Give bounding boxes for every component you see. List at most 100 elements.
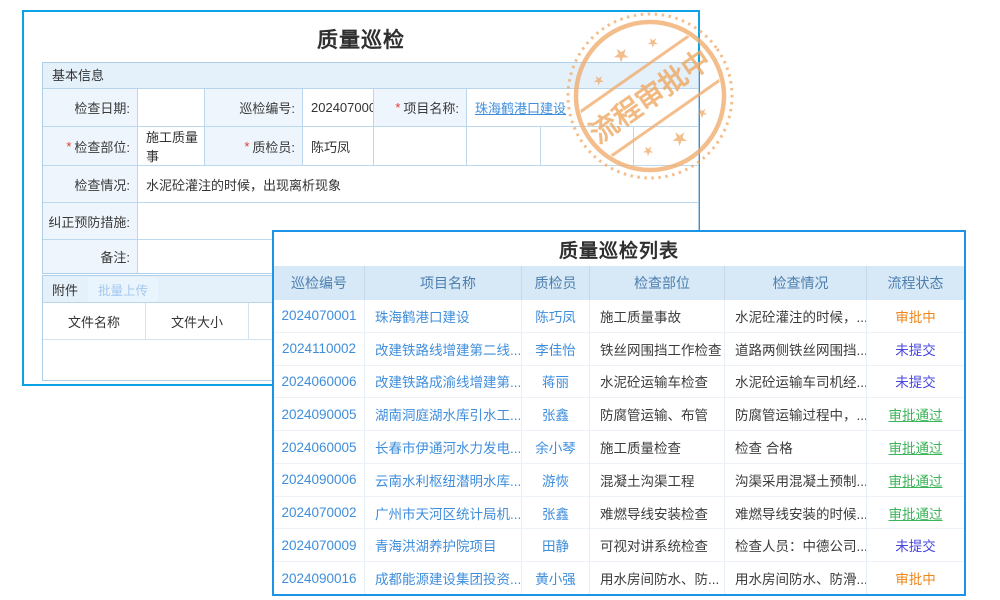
remark-label: 备注: — [43, 240, 138, 273]
empty-cell — [467, 127, 541, 166]
patrol-no-label: 巡检编号: — [205, 89, 303, 127]
table-row: 2024060006改建铁路成渝线增建第...蒋丽水泥砼运输车检查水泥砼运输车司… — [274, 366, 964, 399]
situation-cell: 道路两侧铁丝网围挡... — [725, 333, 867, 365]
table-row: 2024070009青海洪湖养护院项目田静可视对讲系统检查检查人员：中德公司..… — [274, 529, 964, 562]
column-header-5: 检查情况 — [725, 266, 867, 300]
patrol-no-link[interactable]: 2024070009 — [274, 529, 365, 561]
situation-cell: 用水房间防水、防滑... — [725, 562, 867, 594]
project-link[interactable]: 改建铁路成渝线增建第... — [365, 366, 522, 398]
project-link[interactable]: 珠海鹤港口建设 — [365, 300, 522, 332]
patrol-no-link[interactable]: 2024110002 — [274, 333, 365, 365]
patrol-no-link[interactable]: 2024070002 — [274, 497, 365, 529]
inspect-part-label: *检查部位: — [43, 127, 138, 166]
required-mark: * — [395, 100, 400, 115]
inspector-link[interactable]: 陈巧凤 — [522, 300, 590, 332]
project-name-cell: 珠海鹤港口建设 — [467, 89, 698, 127]
inspector-link[interactable]: 张鑫 — [522, 398, 590, 430]
file-size-header: 文件大小 — [146, 303, 249, 339]
part-cell: 铁丝网围挡工作检查 — [590, 333, 725, 365]
part-cell: 防腐管运输、布管 — [590, 398, 725, 430]
status-badge[interactable]: 审批通过 — [867, 464, 964, 496]
patrol-no-link[interactable]: 2024060005 — [274, 431, 365, 463]
list-header-row: 巡检编号项目名称质检员检查部位检查情况流程状态 — [274, 266, 964, 300]
inspector-link[interactable]: 李佳怡 — [522, 333, 590, 365]
list-title: 质量巡检列表 — [274, 232, 964, 266]
inspection-list-panel: 质量巡检列表 巡检编号项目名称质检员检查部位检查情况流程状态 202407000… — [272, 230, 966, 596]
empty-cell — [374, 127, 467, 166]
status-badge: 审批中 — [867, 300, 964, 332]
part-cell: 可视对讲系统检查 — [590, 529, 725, 561]
project-link[interactable]: 改建铁路线增建第二线... — [365, 333, 522, 365]
situation-field[interactable]: 水泥砼灌注的时候，出现离析现象 — [138, 166, 698, 203]
patrol-no-link[interactable]: 2024060006 — [274, 366, 365, 398]
empty-cell — [541, 127, 634, 166]
patrol-no-link[interactable]: 2024090006 — [274, 464, 365, 496]
situation-cell: 检查人员：中德公司... — [725, 529, 867, 561]
patrol-no-field[interactable]: 202407000 — [303, 89, 374, 127]
form-title: 质量巡检 — [24, 24, 698, 54]
table-row: 2024090006云南水利枢纽潜明水库...游恢混凝土沟渠工程沟渠采用混凝土预… — [274, 464, 964, 497]
inspector-link[interactable]: 蒋丽 — [522, 366, 590, 398]
inspector-label: *质检员: — [205, 127, 303, 166]
table-row: 2024070002广州市天河区统计局机...张鑫难燃导线安装检查难燃导线安装的… — [274, 497, 964, 530]
table-row: 2024090016成都能源建设集团投资...黄小强用水房间防水、防...用水房… — [274, 562, 964, 594]
patrol-no-link[interactable]: 2024090016 — [274, 562, 365, 594]
column-header-6: 流程状态 — [867, 266, 964, 300]
required-mark: * — [66, 139, 71, 154]
status-badge[interactable]: 审批通过 — [867, 497, 964, 529]
project-link[interactable]: 云南水利枢纽潜明水库... — [365, 464, 522, 496]
inspector-link[interactable]: 黄小强 — [522, 562, 590, 594]
project-link[interactable]: 成都能源建设集团投资... — [365, 562, 522, 594]
inspector-link[interactable]: 田静 — [522, 529, 590, 561]
part-cell: 难燃导线安装检查 — [590, 497, 725, 529]
situation-label: 检查情况: — [43, 166, 138, 203]
status-badge: 未提交 — [867, 529, 964, 561]
inspector-link[interactable]: 张鑫 — [522, 497, 590, 529]
part-cell: 施工质量事故 — [590, 300, 725, 332]
situation-cell: 沟渠采用混凝土预制... — [725, 464, 867, 496]
batch-upload-button[interactable]: 批量上传 — [88, 277, 158, 302]
patrol-no-link[interactable]: 2024070001 — [274, 300, 365, 332]
inspect-date-label: 检查日期: — [43, 89, 138, 127]
part-cell: 混凝土沟渠工程 — [590, 464, 725, 496]
project-link[interactable]: 青海洪湖养护院项目 — [365, 529, 522, 561]
inspect-date-field[interactable] — [138, 89, 205, 127]
project-link[interactable]: 广州市天河区统计局机... — [365, 497, 522, 529]
list-rows: 2024070001珠海鹤港口建设陈巧凤施工质量事故水泥砼灌注的时候，...审批… — [274, 300, 964, 594]
table-row: 2024090005湖南洞庭湖水库引水工...张鑫防腐管运输、布管防腐管运输过程… — [274, 398, 964, 431]
situation-cell: 水泥砼运输车司机经... — [725, 366, 867, 398]
status-badge[interactable]: 审批通过 — [867, 431, 964, 463]
inspect-part-field[interactable]: 施工质量事 — [138, 127, 205, 166]
attachment-label: 附件 — [52, 280, 78, 299]
project-name-label: *项目名称: — [374, 89, 467, 127]
patrol-no-link[interactable]: 2024090005 — [274, 398, 365, 430]
inspector-link[interactable]: 游恢 — [522, 464, 590, 496]
column-header-2: 项目名称 — [365, 266, 522, 300]
page: 质量巡检 基本信息 检查日期: 巡检编号: 202407000 *项目名称: 珠… — [0, 0, 1000, 600]
situation-cell: 水泥砼灌注的时候，... — [725, 300, 867, 332]
required-mark: * — [244, 139, 249, 154]
column-header-3: 质检员 — [522, 266, 590, 300]
measure-label: 纠正预防措施: — [43, 203, 138, 240]
part-cell: 用水房间防水、防... — [590, 562, 725, 594]
project-link[interactable]: 珠海鹤港口建设 — [475, 98, 566, 117]
situation-cell: 检查 合格 — [725, 431, 867, 463]
table-row: 2024070001珠海鹤港口建设陈巧凤施工质量事故水泥砼灌注的时候，...审批… — [274, 300, 964, 333]
empty-cell — [634, 127, 698, 166]
file-name-header: 文件名称 — [43, 303, 146, 339]
inspector-field[interactable]: 陈巧凤 — [303, 127, 374, 166]
column-header-1: 巡检编号 — [274, 266, 365, 300]
table-row: 2024110002改建铁路线增建第二线...李佳怡铁丝网围挡工作检查道路两侧铁… — [274, 333, 964, 366]
status-badge[interactable]: 审批通过 — [867, 398, 964, 430]
column-header-4: 检查部位 — [590, 266, 725, 300]
inspector-link[interactable]: 余小琴 — [522, 431, 590, 463]
table-row: 2024060005长春市伊通河水力发电...余小琴施工质量检查检查 合格审批通… — [274, 431, 964, 464]
project-link[interactable]: 长春市伊通河水力发电... — [365, 431, 522, 463]
project-link[interactable]: 湖南洞庭湖水库引水工... — [365, 398, 522, 430]
part-cell: 施工质量检查 — [590, 431, 725, 463]
status-badge: 未提交 — [867, 366, 964, 398]
part-cell: 水泥砼运输车检查 — [590, 366, 725, 398]
basic-info-section-header: 基本信息 — [43, 63, 698, 89]
situation-cell: 防腐管运输过程中，... — [725, 398, 867, 430]
situation-cell: 难燃导线安装的时候... — [725, 497, 867, 529]
